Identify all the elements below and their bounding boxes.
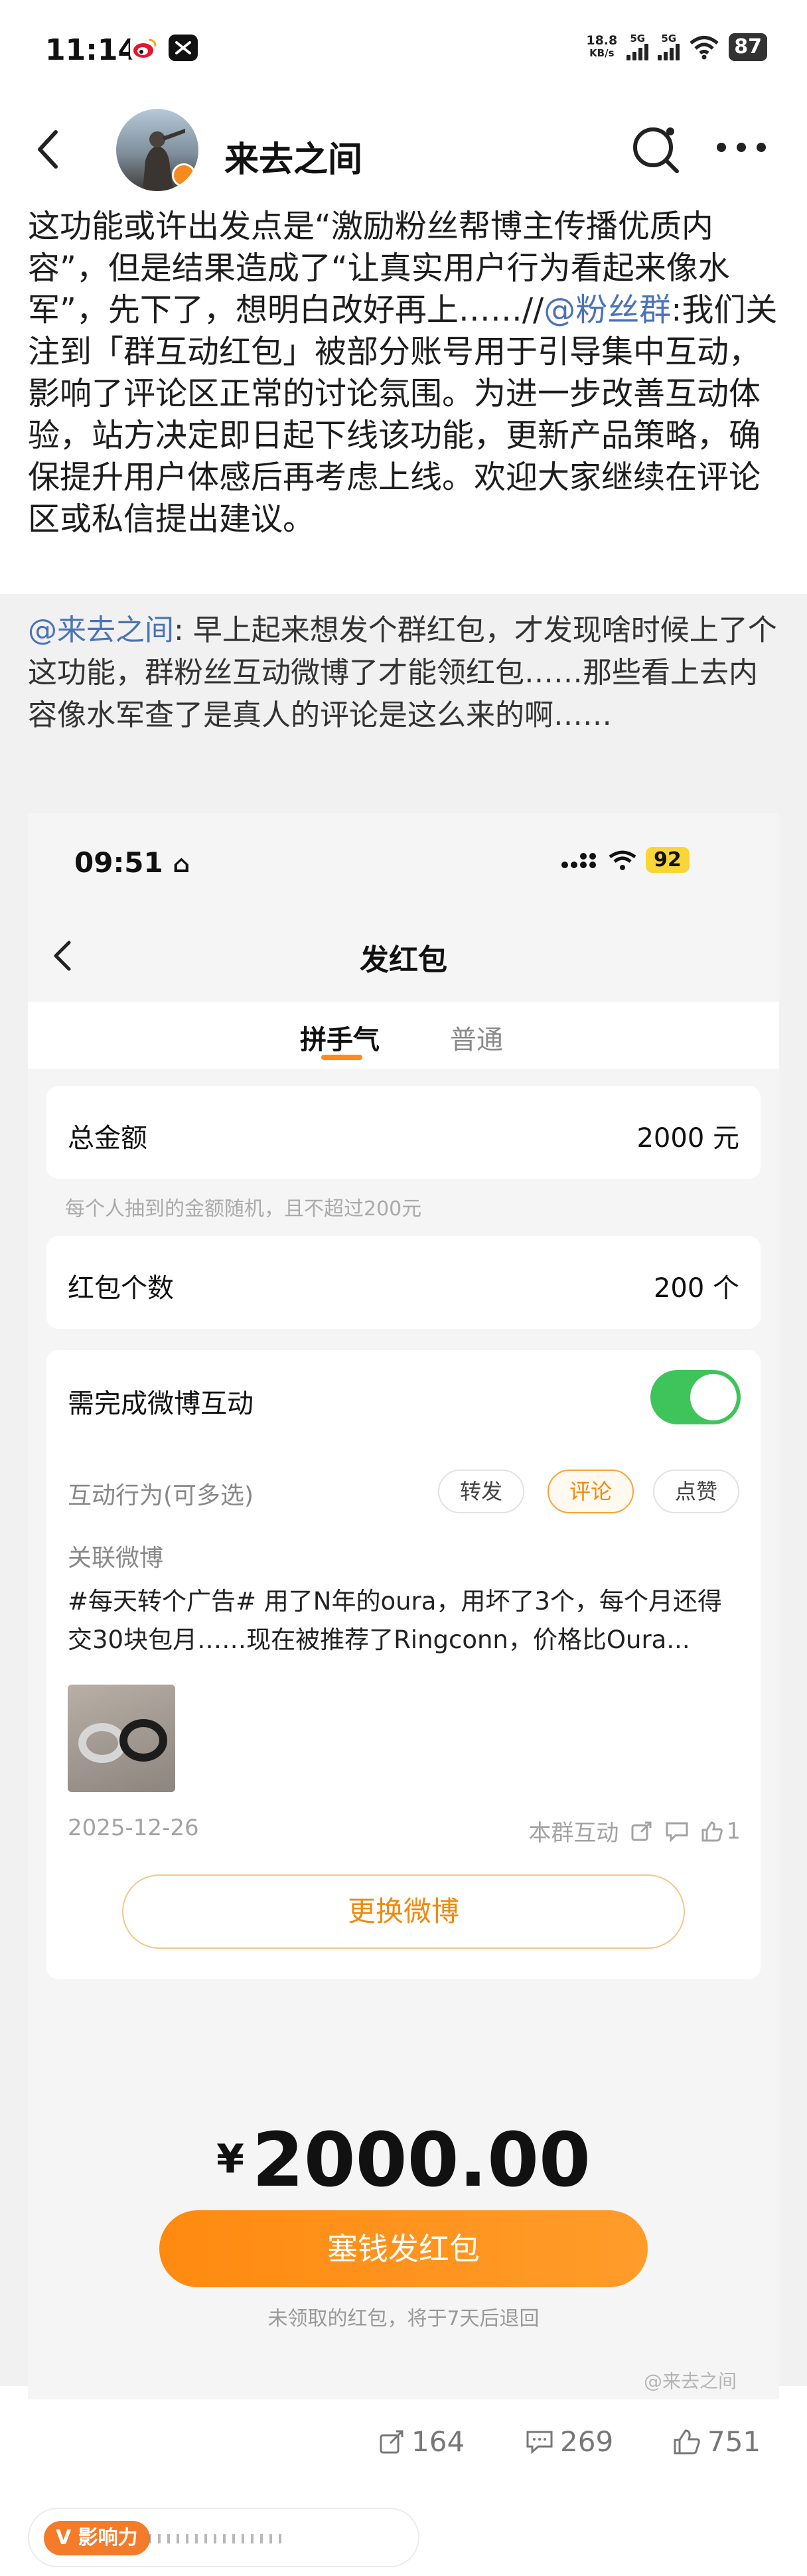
repost-count: 164: [411, 2425, 465, 2458]
embedded-page-title: 发红包: [360, 943, 447, 977]
linked-weibo-text[interactable]: #每天转个广告# 用了N年的oura，用坏了3个，每个月还得交30块包月……现在…: [68, 1582, 745, 1659]
signal-dots-icon: [561, 852, 596, 868]
tab-lucky[interactable]: 拼手气: [300, 1018, 380, 1057]
linked-weibo-meta: 本群互动 1: [528, 1815, 741, 1847]
behavior-chip-comment[interactable]: 评论: [548, 1470, 634, 1513]
embedded-time: 09:51 ⌂: [74, 846, 190, 879]
toggle-knob: [690, 1374, 737, 1420]
comment-count: 269: [560, 2425, 614, 2458]
more-options-icon[interactable]: [710, 126, 772, 169]
linked-weibo-label: 关联微博: [68, 1545, 164, 1572]
bottom-influence-bar[interactable]: V 影响力: [28, 2508, 419, 2567]
comment-icon: [526, 2431, 553, 2454]
post-actions: 164 269 751: [0, 2416, 807, 2476]
change-weibo-button[interactable]: 更换微博: [122, 1874, 685, 1949]
packet-count-value[interactable]: 200 个: [654, 1266, 739, 1305]
capcut-notification-icon: [169, 35, 198, 61]
avatar[interactable]: [116, 109, 198, 191]
verified-badge-icon: [172, 163, 196, 187]
status-time: 11:14: [45, 33, 139, 67]
packet-count-card[interactable]: 红包个数 200 个: [46, 1236, 761, 1329]
embedded-status-right: 92: [561, 847, 690, 873]
weibo-notification-icon: [130, 35, 159, 61]
signal-bars-icon: [658, 43, 680, 60]
back-arrow-icon[interactable]: [25, 123, 72, 176]
influence-v-icon: V: [56, 2526, 72, 2549]
like-button[interactable]: 751: [673, 2425, 761, 2458]
interaction-toggle[interactable]: [650, 1370, 741, 1424]
total-amount-hint: 每个人抽到的金额随机，且不超过200元: [65, 1197, 422, 1221]
like-count: 751: [707, 2425, 761, 2458]
wifi-icon: [609, 850, 636, 870]
image-watermark: @来去之间: [644, 2370, 737, 2392]
embedded-battery: 92: [646, 847, 690, 873]
username[interactable]: 来去之间: [224, 131, 362, 181]
tab-active-indicator: [321, 1055, 362, 1060]
mention-user-link[interactable]: @来去之间: [28, 613, 174, 647]
like-icon: [674, 2429, 700, 2454]
comment-icon: [666, 1822, 688, 1842]
interaction-required-label: 需完成微博互动: [68, 1389, 254, 1419]
status-right: 18.8 KB/s 5G 5G 87: [586, 33, 767, 61]
behavior-chip-repost[interactable]: 转发: [438, 1470, 524, 1513]
tab-normal[interactable]: 普通: [450, 1018, 503, 1057]
behavior-chip-like[interactable]: 点赞: [653, 1470, 739, 1513]
quoted-post-text: @来去之间: 早上起来想发个群红包，才发现啥时候上了个这功能，群粉丝互动微博了才…: [28, 613, 777, 732]
packet-count-label: 红包个数: [68, 1273, 174, 1304]
battery-level: 87: [729, 33, 767, 61]
linked-weibo-thumbnail[interactable]: [68, 1685, 175, 1792]
post-body: 这功能或许出发点是“激励粉丝帮博主传播优质内容”，但是结果造成了“让真实用户行为…: [28, 208, 778, 538]
total-amount-card[interactable]: 总金额 2000 元: [46, 1086, 761, 1179]
send-redpacket-button[interactable]: 塞钱发红包: [159, 2210, 648, 2287]
redpacket-tabs: 拼手气 普通: [28, 1002, 779, 1069]
total-amount-display: ¥2000.00: [216, 2117, 591, 2204]
linked-weibo-date: 2025-12-26: [68, 1815, 199, 1841]
repost-icon: [380, 2430, 404, 2453]
signal-1: 5G: [626, 34, 649, 60]
linked-weibo-likes: 1: [726, 1817, 741, 1845]
comment-button[interactable]: 269: [526, 2425, 613, 2458]
search-icon[interactable]: [628, 121, 684, 177]
refund-note: 未领取的红包，将于7天后退回: [267, 2307, 540, 2330]
total-amount-label: 总金额: [68, 1123, 147, 1154]
status-app-icons: [130, 35, 198, 61]
total-amount-value[interactable]: 2000 元: [636, 1116, 739, 1155]
linked-weibo-scope: 本群互动: [528, 1820, 619, 1847]
signal-bars-icon: [626, 43, 649, 60]
signal-2: 5G: [658, 34, 680, 60]
status-bar: 11:14 18.8 KB/s 5G 5G 87: [0, 0, 807, 100]
influence-badge[interactable]: V 影响力: [44, 2521, 150, 2555]
behaviors-label: 互动行为(可多选): [68, 1482, 254, 1509]
influence-meter: [149, 2534, 281, 2543]
interaction-card: 需完成微博互动 互动行为(可多选) 转发 评论 点赞 关联微博 #每天转个广告#…: [46, 1350, 761, 1979]
like-icon: [701, 1821, 723, 1841]
post-header: 来去之间: [0, 100, 807, 199]
mention-fans-group-link[interactable]: @粉丝群: [544, 291, 671, 329]
net-speed: 18.8 KB/s: [586, 33, 618, 60]
share-icon: [631, 1821, 652, 1841]
wifi-icon: [690, 36, 719, 60]
repost-button[interactable]: 164: [378, 2425, 465, 2458]
